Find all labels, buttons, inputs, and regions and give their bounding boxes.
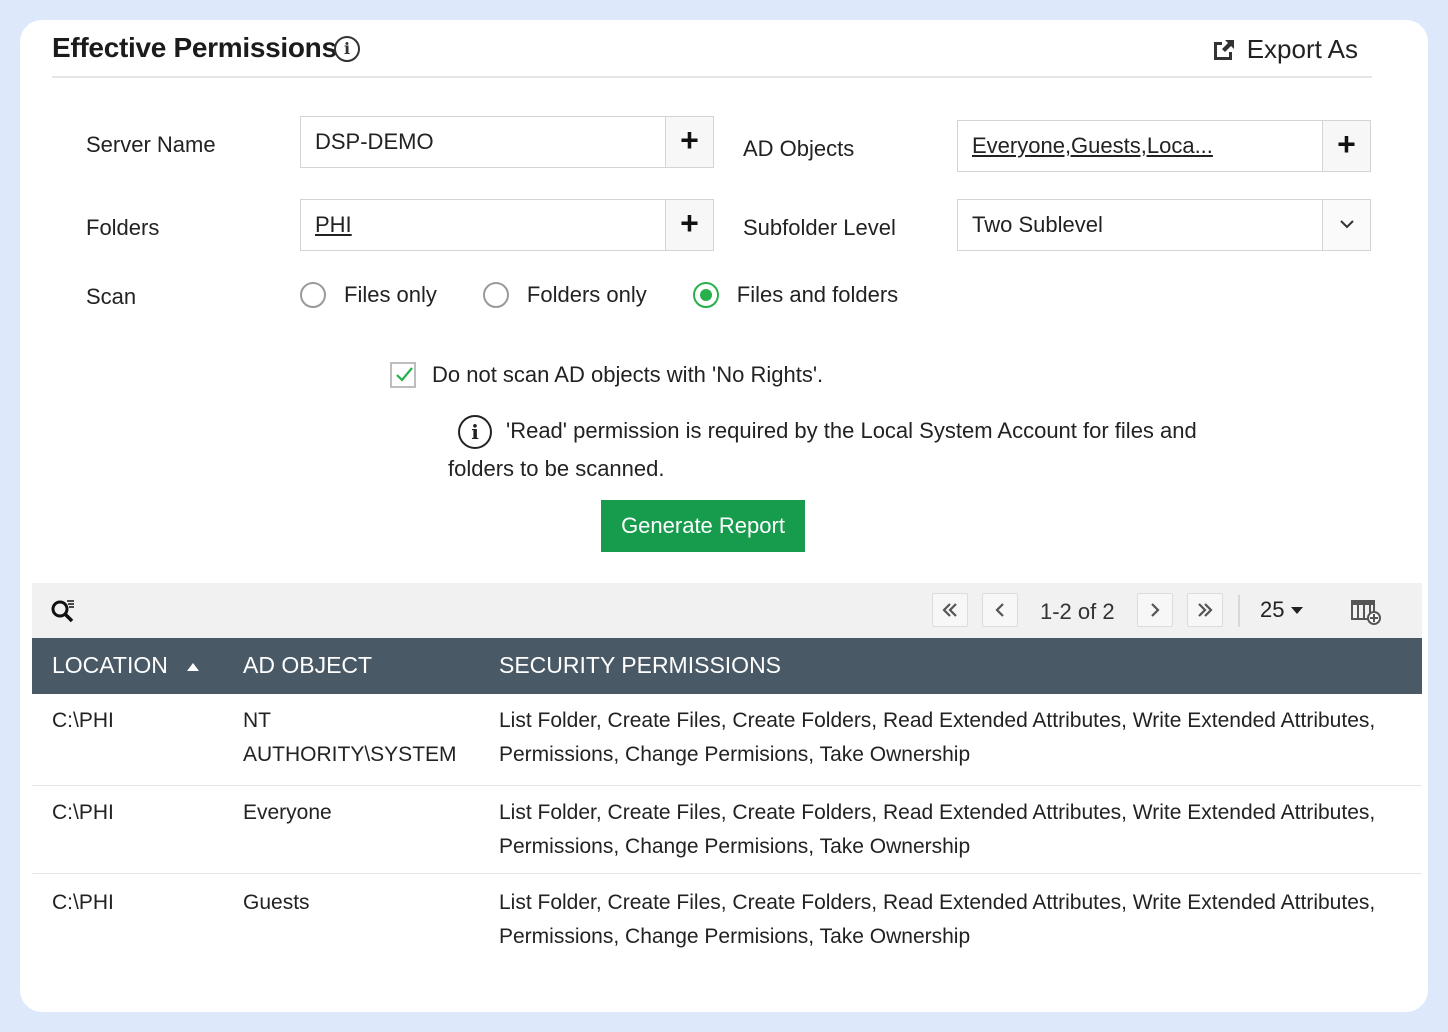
- column-location[interactable]: LOCATION: [52, 652, 200, 679]
- first-page-button[interactable]: [932, 593, 968, 627]
- folders-field[interactable]: PHI +: [300, 199, 714, 251]
- info-icon[interactable]: i: [334, 36, 360, 62]
- permission-note: i 'Read' permission is required by the Lo…: [448, 412, 1228, 488]
- chevron-left-icon: [995, 603, 1004, 617]
- radio-circle-selected[interactable]: [692, 282, 719, 308]
- radio-circle[interactable]: [482, 282, 509, 308]
- sort-ascending-icon: [187, 662, 200, 671]
- last-page-button[interactable]: [1187, 593, 1223, 627]
- column-label: LOCATION: [52, 652, 168, 678]
- scan-radio-group: Files only Folders only Files and folder…: [300, 282, 944, 308]
- export-icon: [1213, 39, 1234, 60]
- report-card: Effective Permissions i Export As Server…: [20, 20, 1428, 1012]
- cell-ad-object: Everyone: [243, 801, 332, 824]
- cell-location: C:\PHI: [52, 801, 114, 824]
- search-icon[interactable]: [50, 597, 78, 625]
- add-ad-object-button[interactable]: +: [1322, 121, 1370, 171]
- subfolder-level-label: Subfolder Level: [743, 215, 896, 240]
- radio-circle[interactable]: [300, 282, 326, 308]
- column-security-permissions[interactable]: SECURITY PERMISSIONS: [499, 652, 781, 679]
- radio-label: Files and folders: [736, 282, 899, 307]
- ad-objects-label: AD Objects: [743, 136, 855, 161]
- generate-report-button[interactable]: Generate Report: [601, 500, 805, 552]
- column-ad-object[interactable]: AD OBJECT: [243, 652, 372, 679]
- no-rights-option[interactable]: Do not scan AD objects with 'No Rights'.: [390, 362, 823, 388]
- next-page-button[interactable]: [1137, 593, 1173, 627]
- page-header: Effective Permissions i Export As: [52, 20, 1372, 78]
- checkmark-icon: [396, 367, 413, 382]
- table-header: LOCATION AD OBJECT SECURITY PERMISSIONS: [32, 638, 1422, 694]
- cell-ad-object: Guests: [243, 891, 310, 914]
- radio-files-and-folders[interactable]: Files and folders: [692, 282, 899, 308]
- toolbar-divider: [1238, 595, 1240, 627]
- cell-location: C:\PHI: [52, 891, 114, 914]
- cell-permissions: List Folder, Create Files, Create Folder…: [499, 709, 1376, 766]
- table-toolbar: 1-2 of 2 25: [32, 583, 1422, 639]
- server-name-value: DSP-DEMO: [315, 129, 434, 154]
- double-chevron-right-icon: [1198, 603, 1213, 617]
- chevron-right-icon: [1151, 603, 1160, 617]
- add-server-button[interactable]: +: [665, 117, 713, 167]
- table-row[interactable]: C:\PHI Everyone List Folder, Create File…: [32, 786, 1422, 874]
- info-icon: i: [458, 415, 492, 450]
- double-chevron-left-icon: [942, 603, 957, 617]
- caret-down-icon: [1291, 607, 1304, 614]
- per-page-select[interactable]: 25: [1260, 597, 1304, 623]
- subfolder-level-value: Two Sublevel: [972, 212, 1103, 237]
- cell-permissions: List Folder, Create Files, Create Folder…: [499, 891, 1376, 948]
- no-rights-checkbox[interactable]: [390, 362, 416, 388]
- radio-folders-only[interactable]: Folders only: [482, 282, 647, 308]
- export-as-button[interactable]: Export As: [1211, 34, 1358, 65]
- permission-note-text: 'Read' permission is required by the Loc…: [448, 418, 1197, 481]
- ad-objects-field[interactable]: Everyone,Guests,Loca... +: [957, 120, 1371, 172]
- export-label: Export As: [1246, 34, 1358, 64]
- folders-value[interactable]: PHI: [315, 212, 352, 238]
- folders-label: Folders: [86, 215, 160, 240]
- cell-location: C:\PHI: [52, 709, 114, 732]
- table-row[interactable]: C:\PHI NT AUTHORITY\SYSTEM List Folder, …: [32, 694, 1422, 786]
- radio-label: Files only: [344, 282, 437, 307]
- no-rights-label: Do not scan AD objects with 'No Rights'.: [432, 362, 824, 387]
- page-info: 1-2 of 2: [1040, 599, 1115, 624]
- per-page-value: 25: [1260, 597, 1285, 622]
- server-name-label: Server Name: [86, 132, 216, 157]
- page-title: Effective Permissions: [52, 32, 337, 63]
- radio-label: Folders only: [526, 282, 647, 307]
- add-folder-button[interactable]: +: [665, 200, 713, 250]
- subfolder-dropdown-button[interactable]: [1322, 200, 1370, 250]
- radio-files-only[interactable]: Files only: [300, 282, 437, 308]
- chevron-down-icon: [1340, 220, 1354, 229]
- column-settings-icon[interactable]: [1350, 597, 1382, 625]
- cell-ad-object: NT AUTHORITY\SYSTEM: [243, 709, 457, 766]
- ad-objects-value[interactable]: Everyone,Guests,Loca...: [972, 133, 1213, 159]
- table-row[interactable]: C:\PHI Guests List Folder, Create Files,…: [32, 876, 1422, 964]
- subfolder-level-select[interactable]: Two Sublevel: [957, 199, 1371, 251]
- cell-permissions: List Folder, Create Files, Create Folder…: [499, 801, 1376, 858]
- server-name-field[interactable]: DSP-DEMO +: [300, 116, 714, 168]
- scan-label: Scan: [86, 284, 137, 309]
- previous-page-button[interactable]: [982, 593, 1018, 627]
